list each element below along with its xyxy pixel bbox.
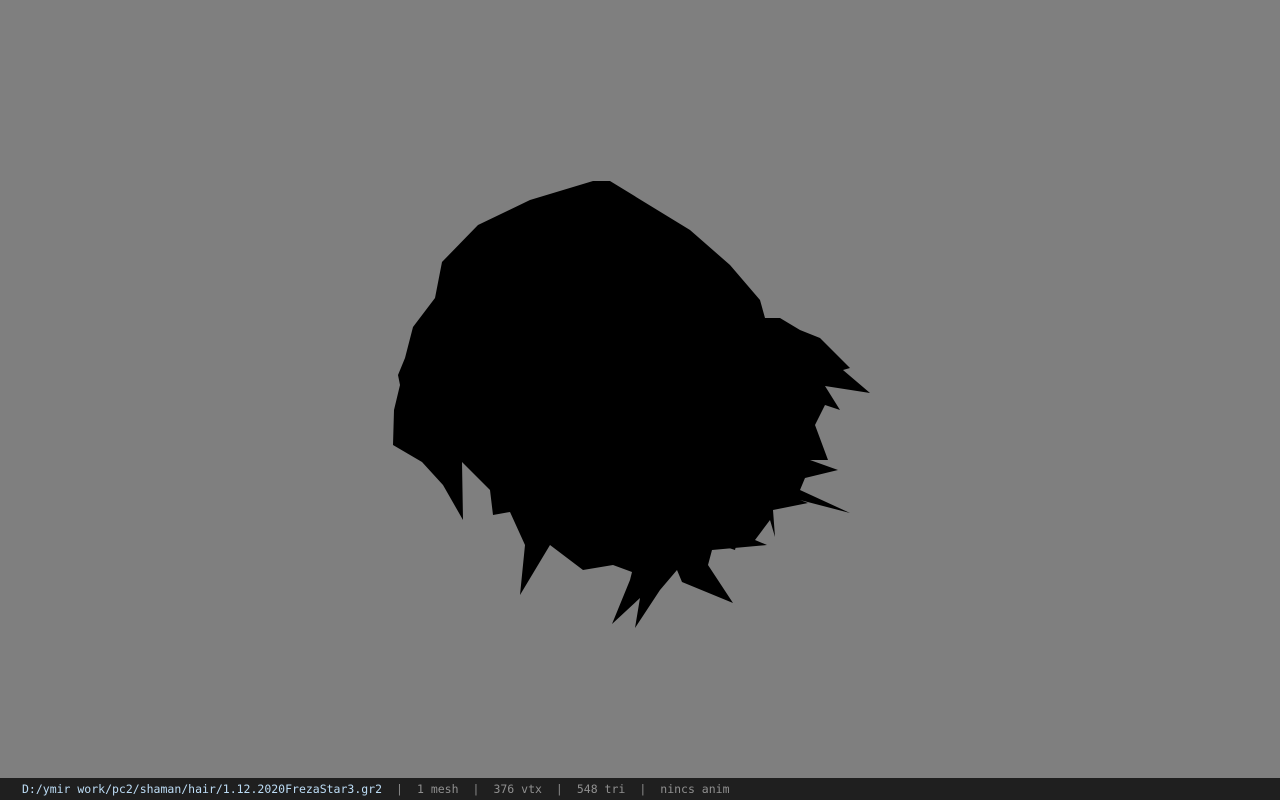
separator: |	[639, 782, 647, 796]
hair-mesh	[393, 181, 870, 628]
file-path: D:/ymir work/pc2/shaman/hair/1.12.2020Fr…	[22, 782, 383, 796]
separator: |	[396, 782, 403, 796]
separator: |	[472, 782, 480, 796]
status-bar: D:/ymir work/pc2/shaman/hair/1.12.2020Fr…	[0, 778, 1280, 800]
mesh-count: 1 mesh	[416, 782, 459, 796]
triangle-count: 548 tri	[576, 782, 626, 796]
vertex-count: 376 vtx	[493, 782, 542, 796]
animation-info: nincs anim	[660, 782, 730, 796]
model-render	[393, 181, 870, 628]
3d-viewport[interactable]	[0, 0, 1280, 778]
separator: |	[555, 782, 563, 796]
